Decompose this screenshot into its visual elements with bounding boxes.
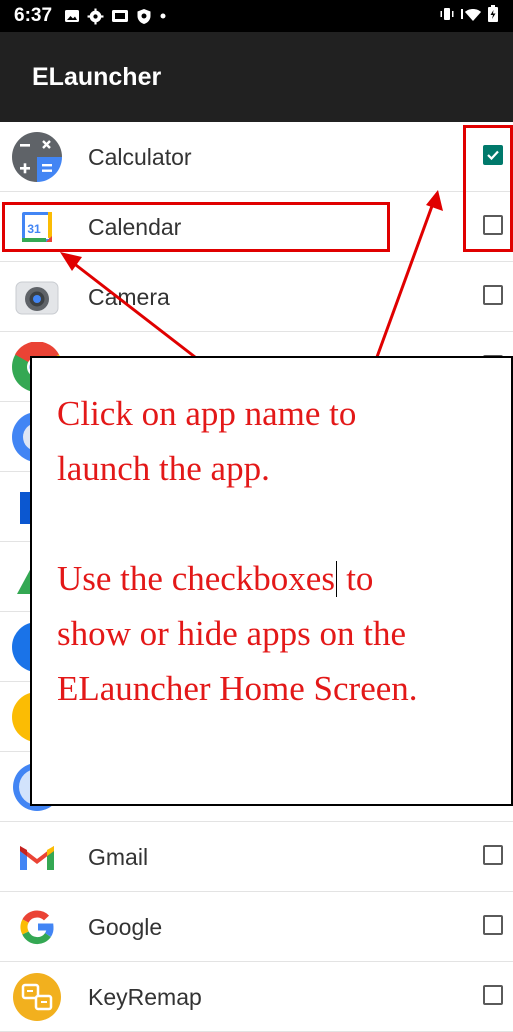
dot-icon [159, 12, 167, 20]
list-item-gmail: Gmail [0, 822, 513, 892]
instruction-overlay: Click on app name to launch the app. Use… [30, 356, 513, 806]
settings-icon [87, 8, 104, 25]
app-name-keyremap[interactable]: KeyRemap [88, 962, 202, 1032]
annotation-box-checkboxes [463, 125, 513, 252]
camera-icon[interactable] [12, 272, 62, 322]
app-name-google[interactable]: Google [88, 892, 162, 962]
note-line: Click on app name to [57, 394, 357, 433]
app-name-camera[interactable]: Camera [88, 262, 170, 332]
status-time: 6:37 [14, 5, 53, 26]
keyremap-icon[interactable] [12, 972, 62, 1022]
list-item-camera: Camera [0, 262, 513, 332]
checkbox-camera[interactable] [483, 285, 503, 305]
wifi-icon [461, 6, 481, 27]
cast-icon [111, 8, 129, 24]
checkbox-gmail[interactable] [483, 845, 503, 865]
app-bar: ELauncher [0, 32, 513, 122]
note-line: ELauncher Home Screen. [57, 669, 418, 708]
list-item-calculator: Calculator [0, 122, 513, 192]
shield-icon [136, 8, 152, 25]
list-item-keyremap: KeyRemap [0, 962, 513, 1032]
checkbox-keyremap[interactable] [483, 985, 503, 1005]
google-icon[interactable] [12, 902, 62, 952]
checkbox-google[interactable] [483, 915, 503, 935]
status-bar: 6:37 [0, 0, 513, 32]
list-item-google: Google [0, 892, 513, 962]
battery-icon [487, 4, 499, 28]
app-title: ELauncher [32, 62, 162, 91]
calculator-icon[interactable] [12, 132, 62, 182]
note-line: Use the checkboxes to [57, 559, 374, 598]
annotation-box-app-name [2, 202, 390, 252]
app-name-calculator[interactable]: Calculator [88, 122, 192, 192]
note-line: launch the app. [57, 449, 270, 488]
image-icon [64, 8, 80, 24]
note-line: show or hide apps on the [57, 614, 406, 653]
app-name-gmail[interactable]: Gmail [88, 822, 148, 892]
gmail-icon[interactable] [12, 832, 62, 882]
vibrate-icon [439, 6, 455, 27]
